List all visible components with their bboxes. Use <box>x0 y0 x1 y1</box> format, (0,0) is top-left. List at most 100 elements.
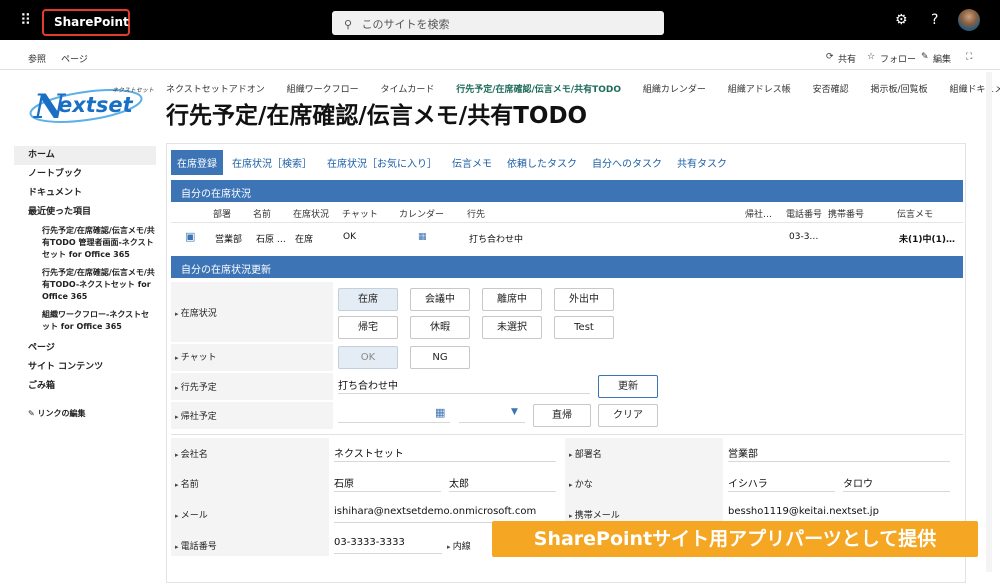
command-bar: 参照 ページ ⟳ 共有 ☆ フォロー ✎ 編集 ⛶ <box>0 44 1000 70</box>
status-option-meeting[interactable]: 会議中 <box>410 288 470 311</box>
row-divider <box>171 222 963 223</box>
tab-favorites[interactable]: 在席状況［お気に入り］ <box>321 150 443 175</box>
phone-field[interactable]: 03-3333-3333 <box>334 534 442 554</box>
left-nav: ホーム ノートブック ドキュメント 最近使った項目 行先予定/在席確認/伝言メモ… <box>14 146 156 419</box>
page-tab[interactable]: ページ <box>61 52 88 65</box>
contact-card-icon[interactable]: ▣ <box>185 230 195 243</box>
status-option-out[interactable]: 外出中 <box>554 288 614 311</box>
app-part: 在席登録 在席状況［検索］ 在席状況［お気に入り］ 伝言メモ 依頼したタスク 自分へのタス… <box>166 143 966 583</box>
tab-memo[interactable]: 伝言メモ <box>446 150 498 175</box>
search-icon: ⚲ <box>344 18 353 31</box>
row-destination: 打ち合わせ中 <box>469 235 524 245</box>
row-chat: OK <box>343 232 356 242</box>
star-icon[interactable]: ☆ <box>867 52 875 62</box>
mobile-mail-label: 携帯メール <box>569 508 620 521</box>
dept-field[interactable]: 営業部 <box>728 442 950 462</box>
nextset-logo[interactable]: N extset ネクストセット <box>28 80 154 126</box>
status-option-unselected[interactable]: 未選択 <box>482 316 542 339</box>
row-name: 石原 … <box>256 235 286 245</box>
return-label: 帰社予定 <box>175 409 217 422</box>
update-button[interactable]: 更新 <box>598 375 658 398</box>
nav-recent[interactable]: 最近使った項目 <box>14 203 156 222</box>
nav-home[interactable]: ホーム <box>14 146 156 165</box>
hub-nav-item-active[interactable]: 行先予定/在席確認/伝言メモ/共有TODO <box>456 85 621 95</box>
row-memo[interactable]: 未(1)中(1)… <box>899 232 955 245</box>
hub-nav-item[interactable]: 組織アドレス帳 <box>728 85 791 95</box>
column-header: 部署 <box>213 210 232 220</box>
row-phone: 03-3… <box>789 232 819 242</box>
first-name-field[interactable]: 太郎 <box>449 472 556 492</box>
mail-field[interactable]: ishihara@nextsetdemo.onmicrosoft.com <box>334 503 556 523</box>
page-title: 行先予定/在席確認/伝言メモ/共有TODO <box>166 103 588 129</box>
mobile-mail-field[interactable]: bessho1119@keitai.nextset.jp <box>728 503 950 523</box>
hub-nav-item[interactable]: 安否確認 <box>813 85 849 95</box>
app-launcher-icon[interactable]: ⠿ <box>20 12 36 28</box>
follow-button[interactable]: フォロー <box>880 52 916 65</box>
tab-bar: 在席登録 在席状況［検索］ 在席状況［お気に入り］ 伝言メモ 依頼したタスク 自分へのタス… <box>171 150 736 175</box>
status-option-test[interactable]: Test <box>554 316 614 339</box>
chat-ng-button[interactable]: NG <box>410 346 470 369</box>
hub-nav-item[interactable]: 組織ワークフロー <box>287 85 359 95</box>
svg-text:extset: extset <box>58 93 134 117</box>
column-header: 在席状況 <box>293 210 330 220</box>
name-label: 名前 <box>175 477 199 490</box>
direct-home-button[interactable]: 直帰 <box>533 404 591 427</box>
nav-documents[interactable]: ドキュメント <box>14 184 156 203</box>
chevron-down-icon[interactable]: ▼ <box>511 407 518 417</box>
nav-recent-item[interactable]: 行先予定/在席確認/伝言メモ/共有TODO-ネクストセット for Office… <box>14 267 156 303</box>
last-kana-field[interactable]: イシハラ <box>728 472 835 492</box>
column-header: 伝言メモ <box>897 210 934 220</box>
search-input[interactable]: ⚲ このサイトを検索 <box>332 11 664 35</box>
column-header: 行先 <box>467 210 486 220</box>
hub-nav-item[interactable]: 組織ドキュメント管 <box>949 85 1000 95</box>
calendar-icon[interactable]: ▦ <box>435 406 445 419</box>
pencil-icon: ✎ <box>28 409 35 418</box>
hub-nav-item[interactable]: 組織カレンダー <box>643 85 706 95</box>
browse-tab[interactable]: 参照 <box>28 52 46 65</box>
focus-mode-icon[interactable]: ⛶ <box>966 52 972 62</box>
edit-button[interactable]: 編集 <box>933 52 951 65</box>
hub-nav-item[interactable]: 掲示板/回覧板 <box>871 85 928 95</box>
column-header: 携帯番号 <box>828 210 865 220</box>
status-option-home[interactable]: 帰宅 <box>338 316 398 339</box>
status-label: 在席状況 <box>175 306 217 319</box>
nav-recycle-bin[interactable]: ごみ箱 <box>14 377 156 396</box>
status-option-away[interactable]: 離席中 <box>482 288 542 311</box>
help-icon[interactable]: ? <box>931 12 938 28</box>
clear-button[interactable]: クリア <box>598 404 658 427</box>
hub-nav-item[interactable]: ネクストセットアドオン <box>166 85 265 95</box>
nav-pages[interactable]: ページ <box>14 339 156 358</box>
share-button[interactable]: 共有 <box>838 52 856 65</box>
scrollbar[interactable] <box>986 72 992 572</box>
destination-input[interactable]: 打ち合わせ中 <box>338 374 590 394</box>
tab-shared-tasks[interactable]: 共有タスク <box>671 150 733 175</box>
nav-site-contents[interactable]: サイト コンテンツ <box>14 358 156 377</box>
tab-requested-tasks[interactable]: 依頼したタスク <box>501 150 583 175</box>
last-name-field[interactable]: 石原 <box>334 472 441 492</box>
tab-my-tasks[interactable]: 自分へのタスク <box>586 150 668 175</box>
nav-notebook[interactable]: ノートブック <box>14 165 156 184</box>
my-status-header: 自分の在席状況 <box>171 180 963 202</box>
chat-ok-button[interactable]: OK <box>338 346 398 369</box>
hub-nav-item[interactable]: タイムカード <box>381 85 435 95</box>
dept-label: 部署名 <box>569 447 602 460</box>
edit-links[interactable]: ✎ リンクの編集 <box>14 408 156 419</box>
share-icon[interactable]: ⟳ <box>826 52 834 62</box>
nav-recent-item[interactable]: 行先予定/在席確認/伝言メモ/共有TODO 管理者画面-ネクストセット for … <box>14 225 156 261</box>
app-name[interactable]: SharePoint <box>42 9 130 36</box>
pencil-icon[interactable]: ✎ <box>921 52 929 62</box>
avatar[interactable] <box>958 9 980 31</box>
company-field[interactable]: ネクストセット <box>334 442 556 462</box>
status-option-vacation[interactable]: 休暇 <box>410 316 470 339</box>
column-header: 電話番号 <box>786 210 823 220</box>
phone-label: 電話番号 <box>175 539 217 552</box>
first-kana-field[interactable]: タロウ <box>843 472 950 492</box>
return-date-input[interactable] <box>338 403 450 423</box>
status-option-present[interactable]: 在席 <box>338 288 398 311</box>
nav-recent-item[interactable]: 組織ワークフロー-ネクストセット for Office 365 <box>14 309 156 333</box>
calendar-icon[interactable]: ▦ <box>418 232 427 242</box>
tab-search[interactable]: 在席状況［検索］ <box>226 150 318 175</box>
search-placeholder: このサイトを検索 <box>361 18 450 31</box>
gear-icon[interactable]: ⚙ <box>895 12 908 28</box>
tab-register[interactable]: 在席登録 <box>171 150 223 175</box>
